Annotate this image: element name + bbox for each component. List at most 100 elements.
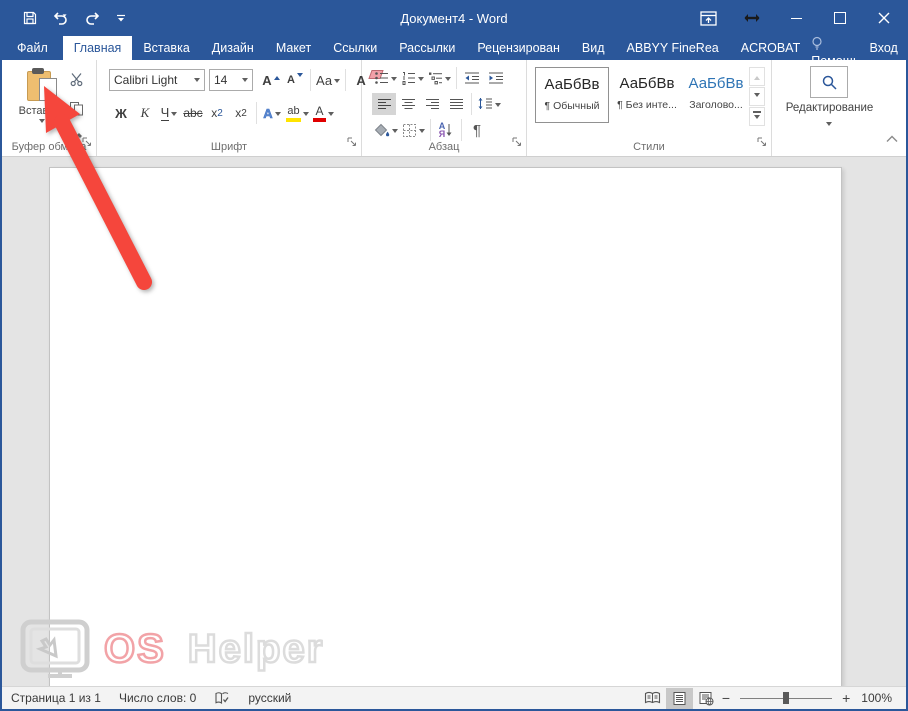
zoom-in-button[interactable]: + [840, 690, 852, 706]
highlight-color-button[interactable]: ab [284, 102, 311, 124]
ribbon: Вставить Буфер обмена C [2, 60, 906, 157]
italic-button[interactable]: К [133, 102, 157, 124]
lightbulb-icon [811, 40, 823, 54]
customize-qat-icon[interactable] [115, 12, 127, 24]
font-name-combobox[interactable]: Calibri Light [109, 69, 205, 91]
style-no-spacing[interactable]: АаБбВв ¶ Без инте... [611, 67, 683, 121]
borders-icon [402, 123, 417, 138]
undo-icon[interactable] [51, 10, 73, 26]
paste-button[interactable]: Вставить [16, 68, 68, 126]
close-button[interactable] [862, 0, 906, 36]
tab-design[interactable]: Дизайн [201, 36, 265, 60]
tab-mailings[interactable]: Рассылки [388, 36, 466, 60]
styles-dialog-launcher-icon[interactable] [757, 134, 767, 152]
spellcheck-icon[interactable] [205, 687, 239, 709]
status-bar: Страница 1 из 1 Число слов: 0 русский − … [2, 686, 906, 709]
change-case-button[interactable]: Аа [314, 69, 342, 91]
style-heading1[interactable]: АаБбВв Заголово... [685, 67, 747, 121]
align-right-button[interactable] [420, 93, 444, 115]
font-group: Calibri Light 14 А А Аа А Ж К Ч abc x2 x… [97, 60, 362, 156]
align-right-icon [425, 98, 440, 111]
align-left-button[interactable] [372, 93, 396, 115]
shading-button[interactable] [372, 119, 400, 141]
subscript-button[interactable]: x2 [205, 102, 229, 124]
bold-button[interactable]: Ж [109, 102, 133, 124]
multilevel-list-button[interactable] [426, 67, 453, 89]
show-paragraph-marks-button[interactable]: ¶ [465, 119, 489, 141]
find-button[interactable] [810, 66, 848, 98]
paragraph-group: А Я ¶ Абзац [362, 60, 527, 156]
paste-icon [27, 68, 57, 102]
save-icon[interactable] [22, 10, 38, 26]
justify-button[interactable] [444, 93, 468, 115]
web-layout-button[interactable] [693, 688, 720, 709]
font-color-bar [313, 118, 326, 122]
style-normal[interactable]: АаБбВв ¶ Обычный [535, 67, 609, 123]
borders-button[interactable] [400, 119, 427, 141]
multilevel-list-icon [428, 71, 443, 85]
word-count[interactable]: Число слов: 0 [110, 687, 205, 709]
numbering-button[interactable] [399, 67, 426, 89]
tab-references[interactable]: Ссылки [322, 36, 388, 60]
align-left-icon [377, 98, 392, 111]
copy-icon [69, 101, 84, 116]
shrink-font-button[interactable]: А [283, 69, 307, 91]
increase-indent-button[interactable] [484, 67, 508, 89]
copy-button[interactable] [64, 97, 88, 119]
zoom-slider-handle[interactable] [783, 692, 789, 704]
editing-dropdown-icon[interactable] [826, 122, 832, 129]
document-page[interactable] [49, 167, 842, 687]
minimize-button[interactable] [774, 0, 818, 36]
window-controls [686, 0, 906, 36]
font-color-button[interactable]: А [311, 102, 336, 124]
font-dialog-launcher-icon[interactable] [347, 134, 357, 152]
paragraph-dialog-launcher-icon[interactable] [512, 134, 522, 152]
styles-scroll-up-button[interactable] [749, 67, 765, 86]
tab-file[interactable]: Файл [2, 36, 63, 60]
line-spacing-button[interactable] [475, 93, 503, 115]
collapse-ribbon-icon[interactable] [886, 130, 898, 148]
print-layout-button[interactable] [666, 688, 693, 709]
align-center-button[interactable] [396, 93, 420, 115]
font-size-combobox[interactable]: 14 [209, 69, 253, 91]
strikethrough-button[interactable]: abc [181, 102, 205, 124]
tab-insert[interactable]: Вставка [132, 36, 200, 60]
ribbon-tab-bar: Файл Главная Вставка Дизайн Макет Ссылки… [2, 36, 906, 60]
tab-layout[interactable]: Макет [265, 36, 322, 60]
cut-button[interactable] [64, 68, 88, 90]
sign-in-button[interactable]: Вход [860, 36, 908, 60]
tab-view[interactable]: Вид [571, 36, 616, 60]
clipboard-dialog-launcher-icon[interactable] [82, 134, 92, 152]
bullets-button[interactable] [372, 67, 399, 89]
redo-icon[interactable] [86, 10, 102, 26]
quick-access-toolbar [2, 10, 127, 26]
zoom-out-button[interactable]: − [720, 690, 732, 706]
word-window: Документ4 - Word Файл Главная Вставка Ди… [0, 0, 908, 711]
increase-indent-icon [488, 71, 504, 85]
clipboard-group: Вставить Буфер обмена [2, 60, 97, 156]
zoom-level[interactable]: 100% [852, 687, 906, 709]
page-count[interactable]: Страница 1 из 1 [2, 687, 110, 709]
tab-acrobat[interactable]: ACROBAT [730, 36, 812, 60]
tab-abbyy-finereader[interactable]: ABBYY FineRea [616, 36, 730, 60]
read-mode-button[interactable] [639, 688, 666, 709]
text-effects-button[interactable]: А [260, 102, 284, 124]
underline-button[interactable]: Ч [157, 102, 181, 124]
decrease-indent-button[interactable] [460, 67, 484, 89]
styles-scroll-down-button[interactable] [749, 87, 765, 106]
sort-button[interactable]: А Я [434, 119, 458, 141]
paste-dropdown-icon[interactable] [39, 119, 45, 126]
superscript-button[interactable]: x2 [229, 102, 253, 124]
tab-help[interactable]: Помощь [811, 36, 859, 60]
grow-font-button[interactable]: А [259, 69, 283, 91]
tab-review[interactable]: Рецензирован [466, 36, 571, 60]
styles-gallery-more-button[interactable] [749, 107, 765, 126]
styles-group: АаБбВв ¶ Обычный АаБбВв ¶ Без инте... Аа… [527, 60, 772, 156]
language[interactable]: русский [239, 687, 300, 709]
zoom-slider[interactable] [740, 691, 832, 705]
ribbon-display-options-icon[interactable] [686, 0, 730, 36]
maximize-button[interactable] [818, 0, 862, 36]
tab-home[interactable]: Главная [63, 36, 133, 60]
line-spacing-icon [477, 97, 493, 111]
document-area: OS Helper [2, 157, 906, 687]
